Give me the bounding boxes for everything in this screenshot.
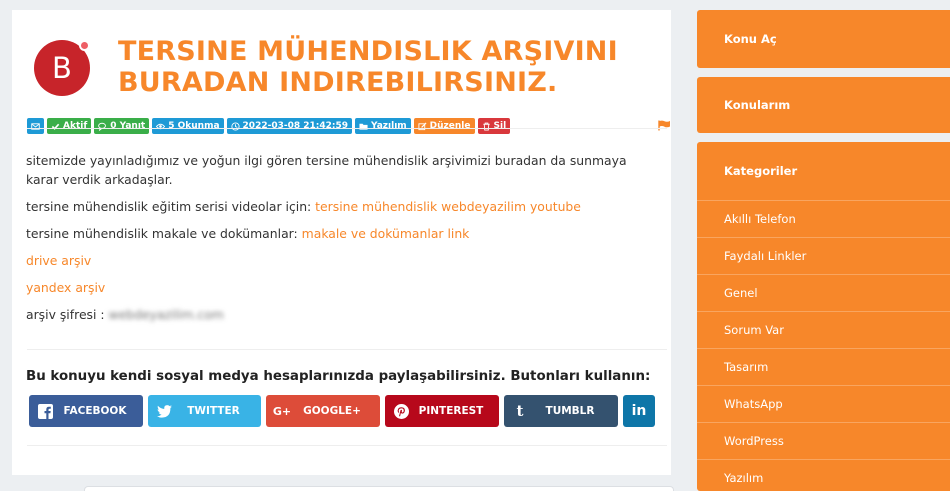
check-icon [51,123,60,130]
googleplus-share-button[interactable]: G+ GOOGLE+ [266,395,380,427]
avatar-letter: B [52,51,72,85]
intro-text: sitemizde yayınladığımız ve yoğun ilgi g… [26,153,627,187]
tumblr-share-button[interactable]: t TUMBLR [504,395,618,427]
category-item-tasarim[interactable]: Tasarım [697,349,950,386]
category-item-faydali-linkler[interactable]: Faydalı Linkler [697,238,950,275]
divider [27,349,667,350]
share-title: Bu konuyu kendi sosyal medya hesaplarını… [26,369,651,384]
category-item-sorum-var[interactable]: Sorum Var [697,312,950,349]
category-item-wordpress[interactable]: WordPress [697,423,950,460]
folder-icon [359,123,368,130]
linkedin-icon: in [631,403,647,419]
facebook-icon [29,395,61,427]
post-card: B TERSINE MÜHENDISLIK ARŞIVINI BURADAN I… [12,10,671,475]
my-topics-panel[interactable]: Konularım [697,77,950,133]
divider [27,445,667,446]
twitter-share-button[interactable]: TWITTER [148,395,261,427]
category-item-akilli-telefon[interactable]: Akıllı Telefon [697,201,950,238]
author-avatar[interactable]: B [34,40,90,96]
next-card-edge [84,486,674,491]
pinterest-share-button[interactable]: PINTEREST [385,395,499,427]
category-item-whatsapp[interactable]: WhatsApp [697,386,950,423]
drive-line: drive arşiv [26,251,656,270]
tumblr-icon: t [516,402,524,420]
open-topic-panel[interactable]: Konu Aç [697,10,950,68]
video-line: tersine mühendislik eğitim serisi videol… [26,199,581,214]
edit-button[interactable]: Düzenle [413,118,475,134]
pinterest-icon [385,395,417,427]
facebook-share-button[interactable]: FACEBOOK [29,395,143,427]
docs-line: tersine mühendislik makale ve dokümanlar… [26,226,470,241]
divider [27,128,667,129]
status-badge: Aktif [47,118,92,134]
categories-panel: Kategoriler Akıllı Telefon Faydalı Linkl… [697,142,950,491]
eye-icon [156,123,166,129]
comments-icon [98,122,107,131]
open-topic-link[interactable]: Konu Aç [697,10,950,68]
date-badge: 2022-03-08 21:42:59 [226,118,353,134]
twitter-icon [148,395,180,427]
password-line: arşiv şifresi : webdeyazilim.com [26,307,224,322]
category-badge[interactable]: Yazılım [355,118,411,134]
mail-button[interactable] [27,118,44,134]
docs-link[interactable]: makale ve dokümanlar link [302,226,470,241]
categories-title: Kategoriler [697,142,950,201]
reads-badge: 5 Okunma [152,118,224,134]
category-item-genel[interactable]: Genel [697,275,950,312]
envelope-icon [31,122,40,130]
post-body: sitemizde yayınladığımız ve yoğun ilgi g… [26,151,656,332]
category-item-yazilim[interactable]: Yazılım [697,460,950,491]
delete-button[interactable]: Sil [477,118,511,134]
report-flag-icon[interactable] [658,120,671,131]
googleplus-icon: G+ [272,404,292,418]
yandex-link[interactable]: yandex arşiv [26,280,105,295]
trash-icon [482,122,490,131]
post-title: TERSINE MÜHENDISLIK ARŞIVINI BURADAN IND… [118,36,618,98]
my-topics-link[interactable]: Konularım [697,77,950,133]
youtube-link[interactable]: tersine mühendislik webdeyazilim youtube [315,199,581,214]
yandex-line: yandex arşiv [26,278,656,297]
online-status-dot [79,40,90,51]
clock-icon [230,121,240,131]
linkedin-share-button[interactable]: in [623,395,655,427]
password-value: webdeyazilim.com [108,307,224,322]
replies-badge: 0 Yanıt [94,118,150,134]
post-meta-badges: Aktif 0 Yanıt 5 Okunma 2022-03-08 21:42:… [27,118,511,134]
edit-icon [418,121,427,130]
drive-link[interactable]: drive arşiv [26,253,91,268]
